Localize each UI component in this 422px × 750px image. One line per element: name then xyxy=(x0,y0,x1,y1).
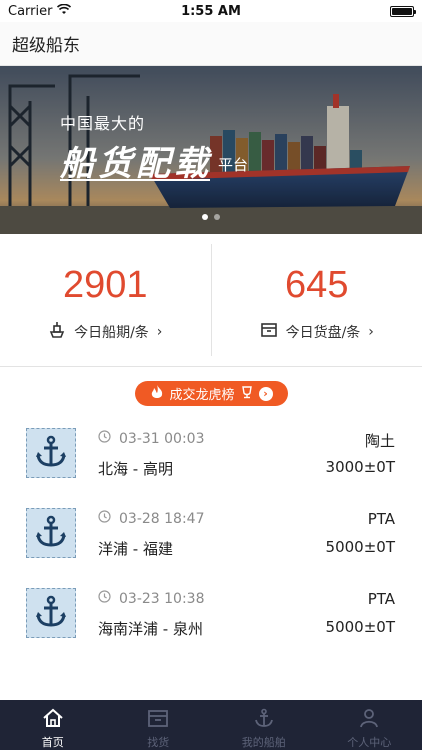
anchor-icon xyxy=(33,433,69,473)
deal-ranking-button[interactable]: 成交龙虎榜 › xyxy=(135,381,288,406)
cargo-box-icon xyxy=(260,321,278,343)
anchor-thumbnail xyxy=(26,588,76,638)
battery-icon xyxy=(390,5,416,17)
status-left: Carrier xyxy=(8,3,72,19)
deal-time-row: 03-28 18:47 xyxy=(98,510,204,527)
banner-headline-suffix: 平台 xyxy=(218,156,249,174)
trophy-icon xyxy=(240,385,254,403)
cargo-stat-label: 今日货盘/条 xyxy=(285,325,361,341)
carousel-indicator[interactable] xyxy=(0,214,422,220)
person-icon xyxy=(358,708,380,731)
banner-underline xyxy=(60,179,210,181)
chevron-right-icon: › xyxy=(368,324,374,340)
tab-home[interactable]: 首页 xyxy=(0,700,106,750)
carrier-label: Carrier xyxy=(8,3,53,19)
cargo-offer-stat[interactable]: 645 今日货盘/条 › xyxy=(212,234,422,366)
tab-find-cargo[interactable]: 找货 xyxy=(106,700,212,750)
banner-headline-large: 船货配载 xyxy=(60,144,212,184)
status-bar: Carrier 1:55 AM xyxy=(0,0,422,22)
carousel-dot[interactable] xyxy=(202,214,208,220)
deal-time: 03-31 00:03 xyxy=(119,430,205,447)
chevron-right-icon: › xyxy=(258,386,273,401)
clock-icon xyxy=(98,590,111,607)
deal-row[interactable]: 03-23 10:38 海南洋浦 - 泉州 PTA 5000±0T xyxy=(0,578,422,658)
tab-label: 首页 xyxy=(41,736,64,749)
clock-icon xyxy=(98,510,111,527)
stats-panel: 2901 今日船期/条 › 645 今日货盘/条 › xyxy=(0,234,422,367)
cargo-count: 645 xyxy=(285,264,349,306)
tab-bar: 首页 找货 我的船舶 个人中心 xyxy=(0,700,422,750)
deal-row[interactable]: 03-28 18:47 洋浦 - 福建 PTA 5000±0T xyxy=(0,498,422,578)
banner-headline-small: 中国最大的 xyxy=(60,114,146,133)
deal-row[interactable]: 03-31 00:03 北海 - 高明 陶土 3000±0T xyxy=(0,418,422,498)
deal-time-row: 03-31 00:03 xyxy=(98,430,204,447)
cargo-stat-label-row[interactable]: 今日货盘/条 › xyxy=(260,321,374,343)
ship-schedule-stat[interactable]: 2901 今日船期/条 › xyxy=(0,234,211,366)
deal-cargo: PTA xyxy=(367,590,395,608)
wifi-icon xyxy=(57,3,72,19)
ship-stat-label: 今日船期/条 xyxy=(74,325,149,341)
deal-cargo: 陶土 xyxy=(364,432,395,450)
deal-time-row: 03-23 10:38 xyxy=(98,590,204,607)
deal-quantity: 5000±0T xyxy=(325,618,395,636)
deal-route: 北海 - 高明 xyxy=(98,460,173,478)
ship-icon xyxy=(48,321,66,343)
deal-time: 03-28 18:47 xyxy=(119,510,205,527)
deal-list: 03-31 00:03 北海 - 高明 陶土 3000±0T 03-28 18:47 洋浦… xyxy=(0,418,422,658)
anchor-thumbnail xyxy=(26,508,76,558)
deal-quantity: 5000±0T xyxy=(325,538,395,556)
anchor-thumbnail xyxy=(26,428,76,478)
battery-fill xyxy=(392,7,412,15)
tab-my-ships[interactable]: 我的船舶 xyxy=(211,700,317,750)
clock-icon xyxy=(98,430,111,447)
carousel-dot[interactable] xyxy=(214,214,220,220)
tab-label: 我的船舶 xyxy=(241,736,286,749)
home-icon xyxy=(42,708,64,731)
anchor-icon xyxy=(33,513,69,553)
deal-cargo: PTA xyxy=(367,510,395,528)
tab-label: 找货 xyxy=(147,736,170,749)
cargo-icon xyxy=(147,708,169,731)
nav-bar: 超级船东 xyxy=(0,22,422,66)
deal-route: 海南洋浦 - 泉州 xyxy=(98,620,203,638)
ship-stat-label-row[interactable]: 今日船期/条 › xyxy=(48,321,162,343)
ship-count: 2901 xyxy=(62,264,148,306)
anchor-icon xyxy=(33,593,69,633)
deal-time: 03-23 10:38 xyxy=(119,590,205,607)
chevron-right-icon: › xyxy=(156,324,163,340)
deal-quantity: 3000±0T xyxy=(325,458,395,476)
tab-profile[interactable]: 个人中心 xyxy=(317,700,422,750)
anchor-icon xyxy=(253,708,275,731)
deal-route: 洋浦 - 福建 xyxy=(98,540,173,558)
page-title: 超级船东 xyxy=(12,36,80,56)
deal-ranking-label: 成交龙虎榜 xyxy=(169,388,235,403)
banner-carousel[interactable]: 中国最大的 船货配载 平台 xyxy=(0,66,422,234)
fire-icon xyxy=(150,384,164,404)
tab-label: 个人中心 xyxy=(347,736,392,749)
